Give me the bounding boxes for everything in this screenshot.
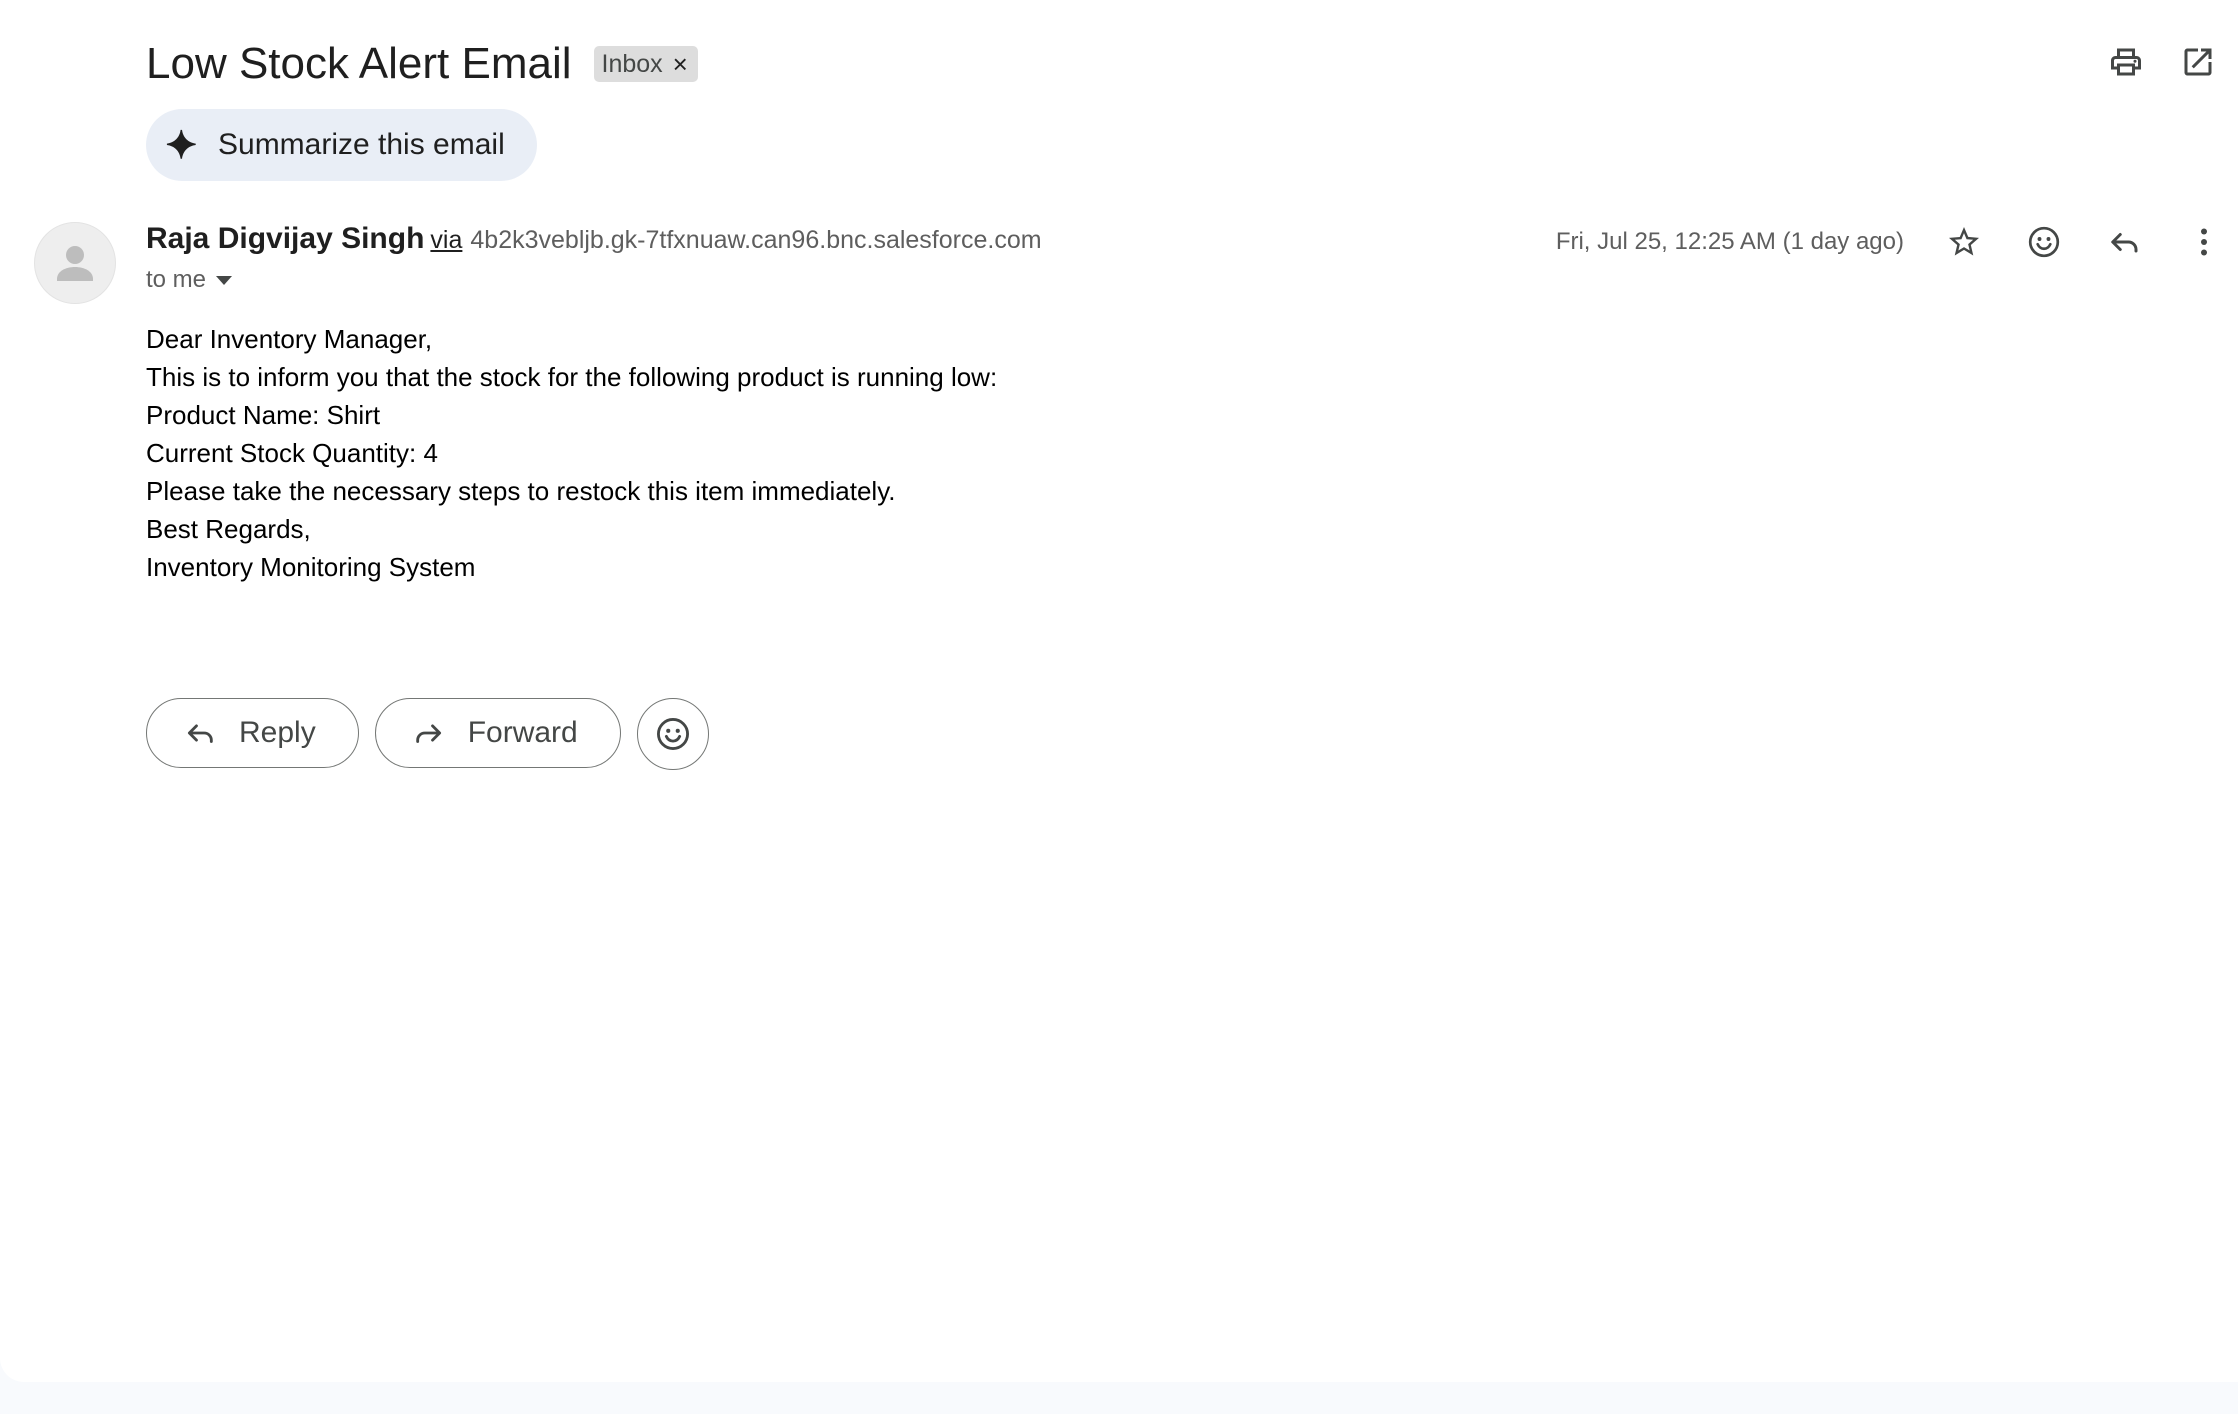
add-reaction-button[interactable]: [2026, 224, 2062, 260]
body-line: Current Stock Quantity: 4: [146, 438, 438, 468]
emoji-icon: [656, 718, 689, 750]
remove-label-icon[interactable]: ×: [673, 51, 688, 77]
email-view: Low Stock Alert Email Inbox × Summarize …: [0, 0, 2238, 1382]
body-line: This is to inform you that the stock for…: [146, 362, 998, 392]
body-line: Dear Inventory Manager,: [146, 324, 433, 354]
person-icon: [57, 246, 93, 281]
star-icon: [1949, 227, 1979, 256]
label-chip-text: Inbox: [601, 49, 663, 78]
summarize-email-button[interactable]: Summarize this email: [146, 109, 537, 181]
message-date: Fri, Jul 25, 12:25 AM (1 day ago): [1555, 228, 1904, 255]
reply-label: Reply: [239, 716, 316, 749]
emoji-icon: [2028, 226, 2060, 258]
more-vert-icon: [2201, 228, 2207, 256]
summarize-label: Summarize this email: [218, 128, 505, 161]
via-link[interactable]: via: [430, 226, 462, 255]
message-actions: Reply Forward: [146, 698, 709, 770]
email-subject: Low Stock Alert Email: [146, 39, 572, 88]
inbox-label-chip[interactable]: Inbox ×: [593, 46, 698, 82]
body-line: Inventory Monitoring System: [146, 552, 476, 582]
top-actions: [2108, 44, 2216, 80]
forward-pill-button[interactable]: Forward: [374, 698, 621, 768]
reply-pill-button[interactable]: Reply: [146, 698, 359, 768]
body-line: Please take the necessary steps to resto…: [146, 476, 896, 506]
body-line: Best Regards,: [146, 514, 311, 544]
sender-avatar[interactable]: [34, 222, 116, 304]
recipient-details-toggle[interactable]: to me: [146, 266, 233, 294]
forward-icon: [415, 724, 441, 743]
reply-button[interactable]: [2106, 224, 2142, 260]
printer-icon: [2111, 48, 2141, 76]
body-line: Product Name: Shirt: [146, 400, 381, 430]
reply-icon: [187, 724, 213, 743]
star-button[interactable]: [1946, 224, 1982, 260]
sender-address: 4b2k3vebljb.gk-7tfxnuaw.can96.bnc.salesf…: [470, 226, 1042, 254]
sender-line: Raja Digvijay Singh via 4b2k3vebljb.gk-7…: [146, 222, 1042, 262]
email-body: Dear Inventory Manager, This is to infor…: [146, 320, 997, 586]
reply-icon: [2111, 233, 2138, 253]
message-meta: Fri, Jul 25, 12:25 AM (1 day ago): [1556, 220, 2222, 264]
sender-name[interactable]: Raja Digvijay Singh: [146, 222, 424, 256]
sparkle-icon: [166, 129, 196, 159]
more-options-button[interactable]: [2186, 224, 2222, 260]
emoji-reaction-button[interactable]: [636, 698, 709, 770]
chevron-down-icon: [216, 275, 233, 285]
subject-row: Low Stock Alert Email Inbox ×: [146, 36, 698, 92]
forward-label: Forward: [467, 716, 578, 749]
recipient-label: to me: [146, 266, 207, 293]
open-in-new-icon: [2184, 48, 2212, 76]
print-button[interactable]: [2108, 44, 2144, 80]
open-in-new-window-button[interactable]: [2180, 44, 2216, 80]
